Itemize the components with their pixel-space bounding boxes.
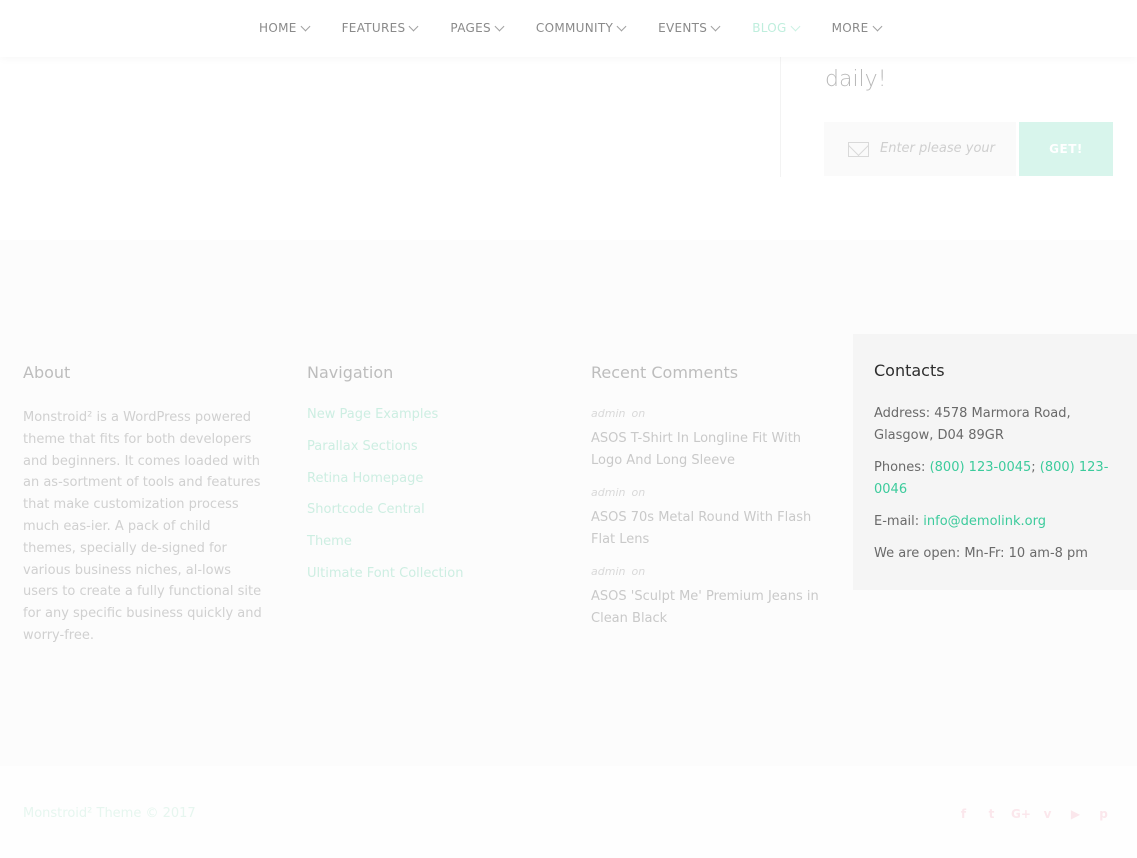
contacts-title: Contacts <box>874 361 945 380</box>
menu-item-more[interactable]: MORE <box>832 21 883 35</box>
contact-hours: We are open: Mn-Fr: 10 am-8 pm <box>874 546 1088 561</box>
comment-post-link[interactable]: ASOS T-Shirt In Longline Fit With Logo A… <box>591 428 826 472</box>
about-text: Monstroid² is a WordPress powered theme … <box>23 410 262 643</box>
envelope-icon <box>848 142 869 157</box>
chevron-down-icon <box>710 21 721 31</box>
nav-link-shortcode-central[interactable]: Shortcode Central <box>307 502 547 518</box>
chevron-down-icon <box>494 21 505 31</box>
menu-item-blog[interactable]: BLOG <box>752 21 801 35</box>
recent-comments-title: Recent Comments <box>591 363 739 382</box>
nav-link-ultimate-font-collection[interactable]: Ultimate Font Collection <box>307 566 547 582</box>
comment-author[interactable]: admin <box>591 486 625 499</box>
comment-on: on <box>631 486 646 499</box>
top-navigation: HOME FEATURES PAGES COMMUNITY EVENTS BLO… <box>0 0 1137 57</box>
facebook-icon[interactable]: f <box>955 807 972 821</box>
contact-address: Address: 4578 Marmora Road, Glasgow, D04… <box>874 406 1071 443</box>
chevron-down-icon <box>616 21 627 31</box>
comment-item: admin on ASOS 70s Metal Round With Flash … <box>591 486 826 551</box>
comment-post-link[interactable]: ASOS 'Sculpt Me' Premium Jeans in Clean … <box>591 586 826 630</box>
contact-phones: Phones: (800) 123-0045; (800) 123-0046 <box>874 460 1109 497</box>
menu-item-community[interactable]: COMMUNITY <box>536 21 627 35</box>
menu-item-events[interactable]: EVENTS <box>658 21 721 35</box>
email-subscribe-input[interactable]: Enter please your e <box>824 122 1016 176</box>
footer-navigation: Navigation New Page Examples Parallax Se… <box>307 240 547 598</box>
menu-item-features[interactable]: FEATURES <box>342 21 419 35</box>
footer-recent-comments: Recent Comments admin on ASOS T-Shirt In … <box>591 240 826 644</box>
subscribe-heading: daily! <box>825 67 887 92</box>
chevron-down-icon <box>300 21 311 31</box>
site-footer: About Monstroid² is a WordPress powered … <box>0 240 1137 858</box>
social-links: f t G+ v ▶ p <box>955 807 1112 821</box>
vimeo-icon[interactable]: v <box>1039 807 1056 821</box>
nav-link-parallax-sections[interactable]: Parallax Sections <box>307 439 547 455</box>
footer-bottom-bar: Monstroid² Theme © 2017 f t G+ v ▶ p <box>0 766 1137 858</box>
comment-item: admin on ASOS T-Shirt In Longline Fit Wit… <box>591 407 826 472</box>
comment-on: on <box>631 407 646 420</box>
main-menu: HOME FEATURES PAGES COMMUNITY EVENTS BLO… <box>259 21 914 35</box>
about-title: About <box>23 363 71 382</box>
footer-contacts: Contacts Address: 4578 Marmora Road, Gla… <box>853 334 1137 590</box>
chevron-down-icon <box>790 21 801 31</box>
chevron-down-icon <box>872 21 883 31</box>
footer-about: About Monstroid² is a WordPress powered … <box>23 240 263 647</box>
email-placeholder: Enter please your e <box>880 141 998 156</box>
comment-author[interactable]: admin <box>591 407 625 420</box>
divider <box>780 57 781 177</box>
email-link[interactable]: info@demolink.org <box>923 514 1046 529</box>
chevron-down-icon <box>408 21 419 31</box>
comment-post-link[interactable]: ASOS 70s Metal Round With Flash Flat Len… <box>591 507 826 551</box>
menu-item-pages[interactable]: PAGES <box>450 21 505 35</box>
nav-link-new-page-examples[interactable]: New Page Examples <box>307 407 547 423</box>
comment-author[interactable]: admin <box>591 565 625 578</box>
comment-item: admin on ASOS 'Sculpt Me' Premium Jeans i… <box>591 565 826 630</box>
menu-item-home[interactable]: HOME <box>259 21 311 35</box>
contact-email: E-mail: info@demolink.org <box>874 514 1046 529</box>
nav-link-retina-homepage[interactable]: Retina Homepage <box>307 471 547 487</box>
google-plus-icon[interactable]: G+ <box>1011 807 1031 821</box>
twitter-icon[interactable]: t <box>983 807 1000 821</box>
comment-on: on <box>631 565 646 578</box>
subscribe-section: daily! Enter please your e GET! <box>0 57 1137 240</box>
pinterest-icon[interactable]: p <box>1095 807 1112 821</box>
copyright: Monstroid² Theme © 2017 <box>23 806 196 821</box>
navigation-title: Navigation <box>307 363 394 382</box>
youtube-icon[interactable]: ▶ <box>1067 807 1084 821</box>
nav-link-theme[interactable]: Theme <box>307 534 547 550</box>
subscribe-button[interactable]: GET! <box>1019 122 1113 176</box>
phone-link[interactable]: (800) 123-0045 <box>930 460 1032 475</box>
